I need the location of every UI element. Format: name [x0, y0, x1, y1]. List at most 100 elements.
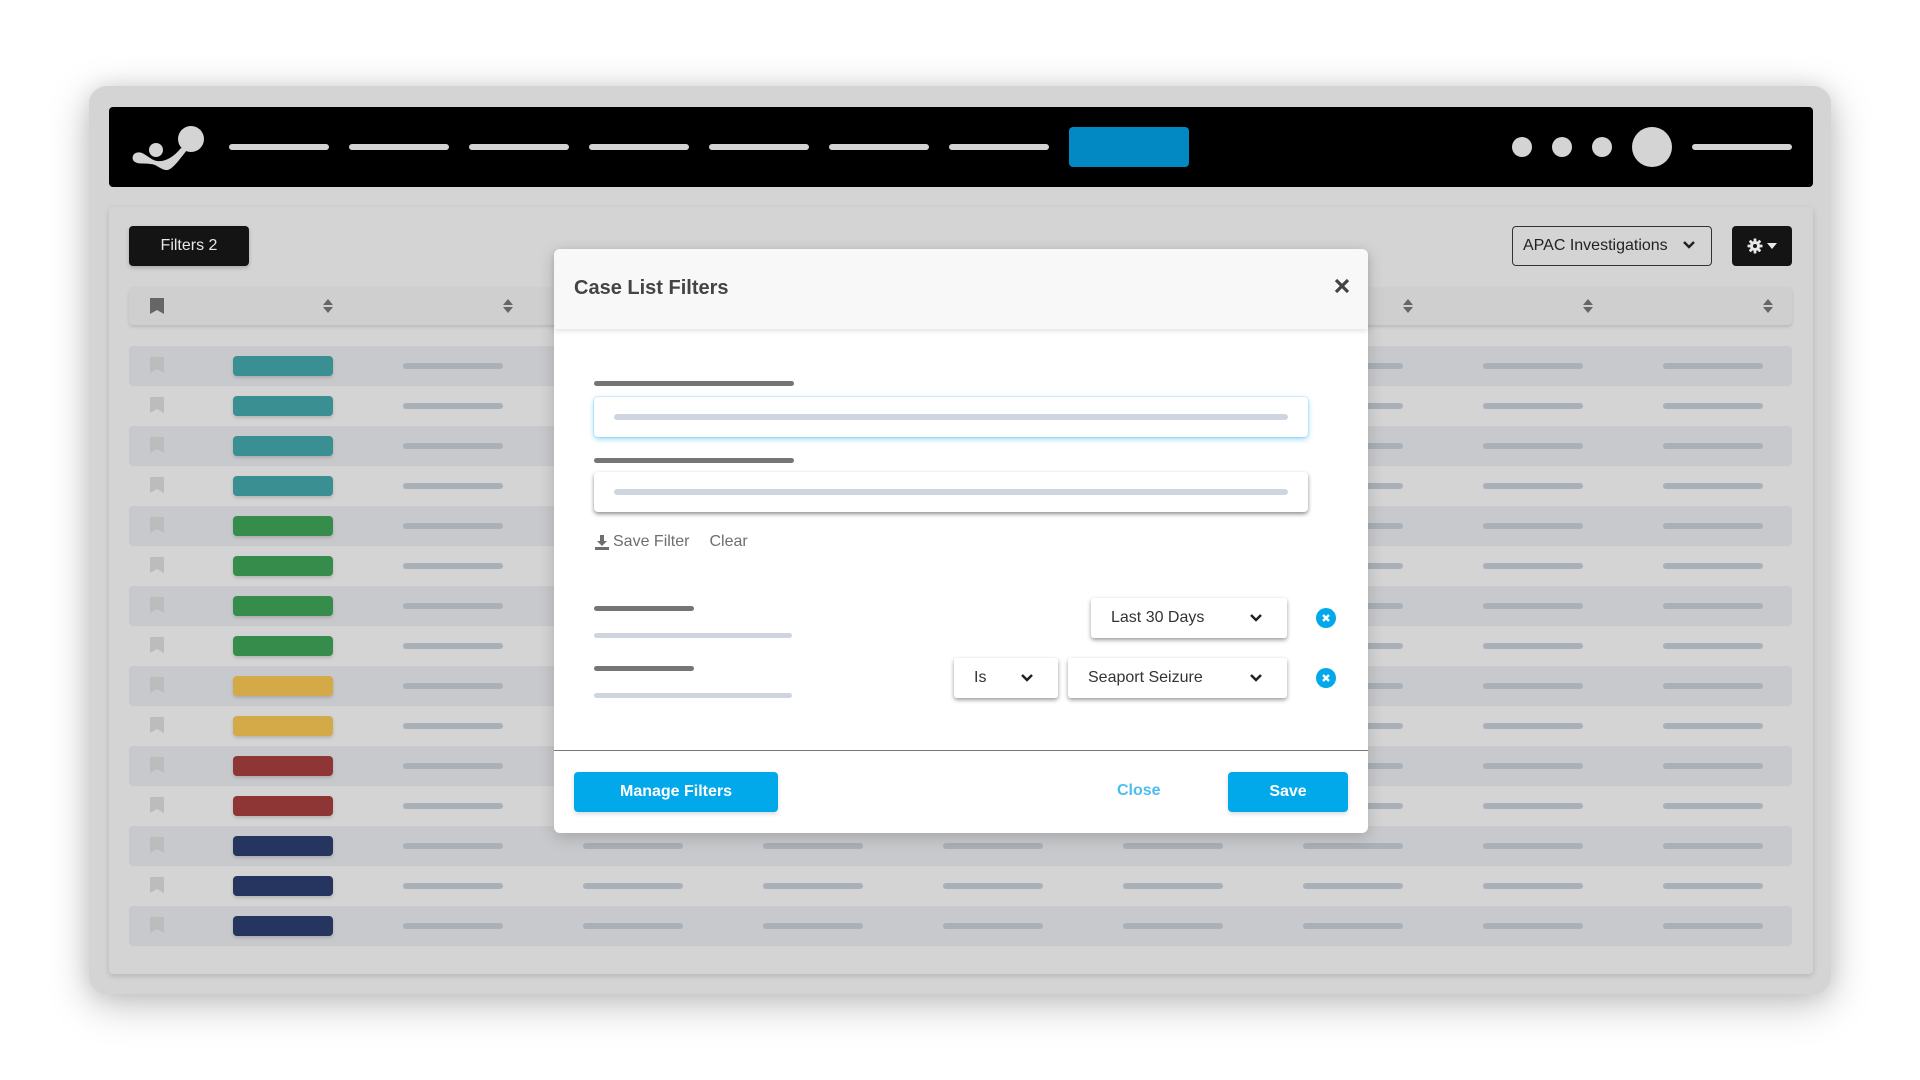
clear-link[interactable]: Clear — [709, 533, 747, 551]
table-cell — [403, 803, 503, 809]
saved-view-value: APAC Investigations — [1523, 237, 1668, 254]
brand-logo[interactable] — [129, 122, 211, 172]
table-cell — [1663, 603, 1763, 609]
filter-name-input[interactable] — [594, 397, 1308, 437]
table-cell — [1483, 763, 1583, 769]
table-cell — [403, 403, 503, 409]
close-icon — [1334, 278, 1350, 294]
filters-button[interactable]: Filters 2 — [129, 226, 249, 266]
table-cell — [1303, 883, 1403, 889]
avatar[interactable] — [1632, 127, 1672, 167]
bookmark-icon[interactable] — [150, 517, 164, 533]
bookmark-icon[interactable] — [150, 917, 164, 933]
table-cell — [1663, 883, 1763, 889]
nav-primary-button[interactable] — [1069, 127, 1189, 167]
settings-menu-button[interactable] — [1732, 226, 1792, 266]
bookmark-icon[interactable] — [150, 298, 164, 314]
table-cell — [1123, 923, 1223, 929]
remove-criterion-button[interactable] — [1316, 668, 1336, 688]
nav-link[interactable] — [349, 144, 449, 150]
close-button[interactable] — [1334, 278, 1350, 297]
bookmark-icon[interactable] — [150, 357, 164, 373]
table-cell — [1663, 843, 1763, 849]
table-cell — [1483, 363, 1583, 369]
status-badge — [233, 676, 333, 696]
nav-link[interactable] — [469, 144, 569, 150]
bookmark-icon[interactable] — [150, 637, 164, 653]
table-cell — [1663, 683, 1763, 689]
saved-view-select[interactable]: APAC Investigations — [1512, 226, 1712, 266]
bookmark-icon[interactable] — [150, 397, 164, 413]
user-name[interactable] — [1692, 144, 1792, 150]
table-cell — [583, 843, 683, 849]
date-range-select[interactable]: Last 30 Days — [1091, 598, 1287, 638]
sort-icon[interactable] — [503, 299, 513, 313]
input-placeholder — [614, 489, 1288, 495]
table-cell — [1483, 563, 1583, 569]
close-link-button[interactable]: Close — [1117, 782, 1161, 800]
save-filter-link[interactable]: Save Filter — [594, 533, 689, 551]
table-cell — [403, 763, 503, 769]
table-cell — [403, 923, 503, 929]
sort-icon[interactable] — [1763, 299, 1773, 313]
bookmark-icon[interactable] — [150, 557, 164, 573]
bookmark-icon[interactable] — [150, 877, 164, 893]
table-cell — [1483, 523, 1583, 529]
bookmark-icon[interactable] — [150, 437, 164, 453]
status-badge — [233, 556, 333, 576]
filter-description-label — [594, 458, 794, 463]
table-cell — [943, 843, 1043, 849]
status-badge — [233, 396, 333, 416]
criterion-label — [594, 666, 694, 671]
filter-description-input[interactable] — [594, 472, 1308, 512]
notification-icon[interactable] — [1512, 137, 1532, 157]
nav-link[interactable] — [829, 144, 929, 150]
table-row[interactable] — [129, 906, 1792, 946]
chevron-down-icon — [1021, 674, 1033, 682]
bookmark-icon[interactable] — [150, 757, 164, 773]
status-badge — [233, 476, 333, 496]
operator-select[interactable]: Is — [954, 658, 1058, 698]
table-cell — [583, 883, 683, 889]
table-cell — [403, 883, 503, 889]
notification-icon[interactable] — [1552, 137, 1572, 157]
status-badge — [233, 356, 333, 376]
status-badge — [233, 516, 333, 536]
nav-link[interactable] — [709, 144, 809, 150]
table-cell — [403, 683, 503, 689]
criterion-sublabel — [594, 633, 792, 638]
sort-icon[interactable] — [1403, 299, 1413, 313]
table-cell — [1123, 843, 1223, 849]
bookmark-icon[interactable] — [150, 837, 164, 853]
manage-filters-button[interactable]: Manage Filters — [574, 772, 778, 812]
nav-link[interactable] — [229, 144, 329, 150]
table-cell — [1663, 363, 1763, 369]
bookmark-icon[interactable] — [150, 797, 164, 813]
table-cell — [403, 443, 503, 449]
table-cell — [403, 603, 503, 609]
table-cell — [1483, 843, 1583, 849]
bookmark-icon[interactable] — [150, 677, 164, 693]
table-cell — [1663, 723, 1763, 729]
table-cell — [1483, 723, 1583, 729]
save-button[interactable]: Save — [1228, 772, 1348, 812]
close-circle-icon — [1322, 674, 1330, 682]
table-cell — [1663, 563, 1763, 569]
nav-link[interactable] — [589, 144, 689, 150]
sort-icon[interactable] — [1583, 299, 1593, 313]
bookmark-icon[interactable] — [150, 597, 164, 613]
case-type-select[interactable]: Seaport Seizure — [1068, 658, 1287, 698]
table-row[interactable] — [129, 866, 1792, 906]
bookmark-icon[interactable] — [150, 477, 164, 493]
chevron-down-icon — [1683, 241, 1695, 249]
status-badge — [233, 596, 333, 616]
nav-link[interactable] — [949, 144, 1049, 150]
table-cell — [1663, 483, 1763, 489]
filter-name-label — [594, 381, 794, 386]
remove-criterion-button[interactable] — [1316, 608, 1336, 628]
bookmark-icon[interactable] — [150, 717, 164, 733]
notification-icon[interactable] — [1592, 137, 1612, 157]
sort-icon[interactable] — [323, 299, 333, 313]
table-cell — [1483, 603, 1583, 609]
table-cell — [1483, 443, 1583, 449]
